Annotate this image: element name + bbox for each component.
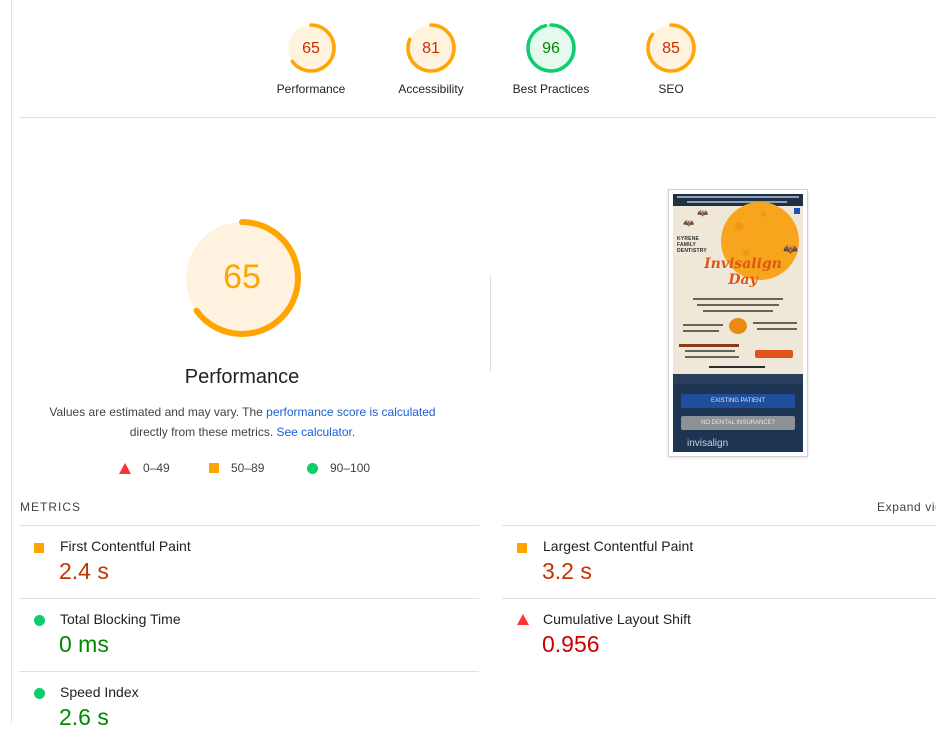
performance-score: 65 — [302, 40, 320, 57]
best-practices-gauge: 96 — [526, 23, 576, 73]
metric-value: 2.4 s — [59, 558, 109, 584]
final-screenshot[interactable]: 🦇 🦇 🦇 KYRENE FAMILY DENTISTRY Invisalign… — [668, 189, 808, 457]
category-best-practices[interactable]: 96 Best Practices — [496, 22, 606, 96]
metric-value: 0 ms — [59, 631, 109, 657]
metrics-divider — [502, 525, 936, 526]
metric-value: 0.956 — [542, 631, 600, 657]
average-square-icon — [34, 543, 44, 553]
no-insurance-button: NO DENTAL INSURANCE? — [700, 420, 775, 426]
bat-icon: 🦇 — [683, 218, 695, 228]
metrics-divider — [19, 598, 479, 599]
invisalign-logo: invisalign — [687, 438, 729, 449]
fail-triangle-icon — [517, 614, 529, 625]
seo-gauge: 85 — [646, 23, 696, 73]
legend-fail: 0–49 — [119, 461, 170, 475]
pumpkin-icon — [729, 318, 747, 334]
performance-main-gauge: 65 — [183, 219, 301, 337]
pass-circle-icon — [34, 615, 45, 626]
metrics-heading: METRICS — [20, 500, 81, 514]
legend-pass: 90–100 — [307, 461, 370, 475]
performance-gauge: 65 — [286, 23, 336, 73]
category-seo[interactable]: 85 SEO — [616, 22, 726, 96]
rsvp-phone-button — [755, 350, 793, 358]
metric-name: Cumulative Layout Shift — [543, 611, 691, 627]
screenshot-content: 🦇 🦇 🦇 KYRENE FAMILY DENTISTRY Invisalign… — [673, 194, 803, 452]
close-icon — [794, 208, 800, 214]
accessibility-gauge: 81 — [406, 23, 456, 73]
best-practices-score: 96 — [542, 40, 560, 57]
seo-label: SEO — [658, 82, 684, 96]
metric-value: 2.6 s — [59, 704, 109, 730]
accessibility-score: 81 — [422, 40, 440, 57]
average-square-icon — [209, 463, 219, 473]
metric-name: Largest Contentful Paint — [543, 538, 694, 554]
performance-title: Performance — [184, 366, 300, 388]
category-performance[interactable]: 65 Performance — [256, 22, 366, 96]
legend-average: 50–89 — [209, 461, 264, 475]
category-accessibility[interactable]: 81 Accessibility — [376, 22, 486, 96]
metric-name: First Contentful Paint — [60, 538, 191, 554]
pass-circle-icon — [307, 462, 318, 474]
performance-label: Performance — [276, 82, 346, 96]
pass-circle-icon — [34, 688, 45, 699]
performance-description: Values are estimated and may vary. The p… — [49, 405, 436, 439]
bat-icon: 🦇 — [697, 208, 709, 218]
screenshot-dark-section: EXISTING PATIENT NO DENTAL INSURANCE? in… — [673, 384, 803, 452]
metric-name: Speed Index — [60, 684, 139, 700]
expand-view-toggle[interactable]: Expand view — [877, 500, 936, 514]
metrics-divider — [19, 525, 479, 526]
metric-name: Total Blocking Time — [60, 611, 181, 627]
performance-main-score: 65 — [223, 258, 261, 296]
see-calculator-link[interactable]: See calculator — [276, 425, 351, 439]
seo-score: 85 — [662, 40, 680, 57]
screenshot-headline: Invisalign Day — [704, 256, 782, 288]
left-border — [11, 0, 12, 723]
screenshot-banner — [673, 194, 803, 206]
divider — [19, 117, 936, 118]
performance-score-link[interactable]: performance score is calculated — [266, 405, 435, 419]
existing-patient-button: EXISTING PATIENT — [710, 398, 766, 404]
vertical-divider — [490, 275, 491, 372]
fail-triangle-icon — [119, 462, 131, 474]
best-practices-label: Best Practices — [512, 82, 590, 96]
bat-icon: 🦇 — [783, 242, 798, 256]
average-square-icon — [517, 543, 527, 553]
metric-value: 3.2 s — [542, 558, 592, 584]
metrics-divider — [502, 598, 936, 599]
metrics-divider — [19, 671, 479, 672]
screenshot-brand: KYRENE FAMILY DENTISTRY — [677, 236, 707, 254]
accessibility-label: Accessibility — [398, 82, 464, 96]
